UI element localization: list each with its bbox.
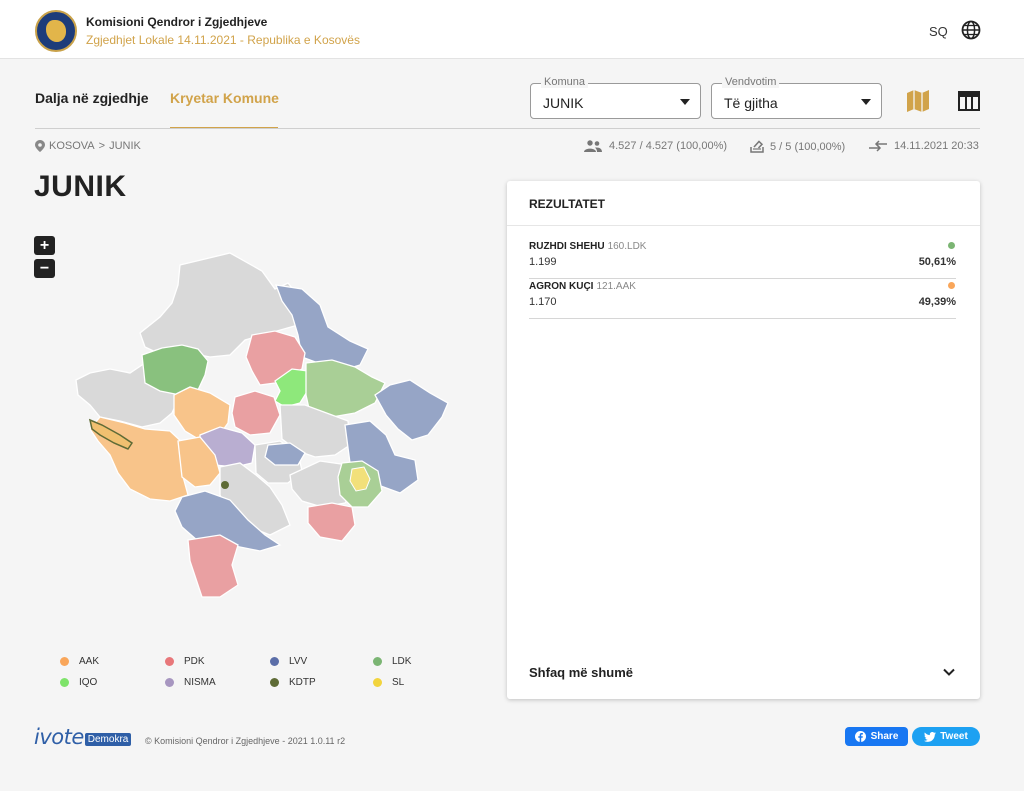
updated-value: 14.11.2021 20:33 <box>894 140 979 152</box>
kqz-logo[interactable] <box>35 10 77 52</box>
legend-item-lvv[interactable]: LVV <box>270 656 307 667</box>
candidate-name: RUZHDI SHEHU 160.LDK <box>529 241 646 252</box>
share-label: Share <box>870 731 899 742</box>
results-title: REZULTATET <box>529 197 605 211</box>
stations-value: 5 / 5 (100,00%) <box>770 140 846 153</box>
komuna-select[interactable]: Komuna JUNIK <box>530 76 701 119</box>
legend-dot <box>270 657 279 666</box>
tab-mayor[interactable]: Kryetar Komune <box>170 90 279 106</box>
top-bar: Komisioni Qendror i Zgjedhjeve Zgjedhjet… <box>0 0 1024 59</box>
candidate-percent: 49,39% <box>918 296 956 308</box>
ivote-logo[interactable]: ivote Demokra <box>34 725 132 749</box>
zoom-in-button[interactable]: + <box>34 236 55 255</box>
chevron-down-icon[interactable] <box>942 665 956 679</box>
legend-label: AAK <box>79 656 100 667</box>
candidate-name-text: AGRON KUÇI <box>529 281 594 292</box>
legend-label: NISMA <box>184 677 216 688</box>
legend-item-sl[interactable]: SL <box>373 677 404 688</box>
people-icon <box>584 140 602 152</box>
legend-label: LDK <box>392 656 412 667</box>
globe-icon[interactable] <box>961 20 981 40</box>
map-view-icon[interactable] <box>905 88 931 114</box>
legend-item-nisma[interactable]: NISMA <box>165 677 216 688</box>
legend-item-aak[interactable]: AAK <box>60 656 99 667</box>
facebook-icon <box>854 731 866 742</box>
candidate-votes: 1.199 <box>529 256 557 268</box>
caret-down-icon <box>680 99 690 105</box>
brand-tag: Demokra <box>84 733 132 746</box>
map-region-pdk[interactable] <box>231 390 281 436</box>
legend-dot <box>373 678 382 687</box>
legend-label: LVV <box>289 656 308 667</box>
breadcrumb-separator: > <box>98 140 106 152</box>
brand-main: ivote <box>34 725 84 749</box>
legend-item-ldk[interactable]: LDK <box>373 656 411 667</box>
legend-dot <box>60 678 69 687</box>
map-region-pdk[interactable] <box>307 502 356 542</box>
party-color-dot <box>948 242 955 249</box>
voters-stat: 4.527 / 4.527 (100,00%) <box>583 140 727 152</box>
twitter-bird-icon <box>924 731 937 742</box>
tabs-divider <box>35 128 980 129</box>
legend-label: IQO <box>79 677 98 688</box>
vendvotim-select-value: Të gjitha <box>724 95 778 111</box>
ballot-box-icon <box>750 140 764 153</box>
legend-dot <box>60 657 69 666</box>
language-switch[interactable]: SQ <box>929 24 948 39</box>
legend-item-iqo[interactable]: IQO <box>60 677 97 688</box>
legend-item-pdk[interactable]: PDK <box>165 656 205 667</box>
twitter-tweet-button[interactable]: Tweet <box>912 727 980 746</box>
voters-value: 4.527 / 4.527 (100,00%) <box>609 140 728 152</box>
legend-dot <box>270 678 279 687</box>
facebook-share-button[interactable]: Share <box>845 727 908 746</box>
results-card: REZULTATET RUZHDI SHEHU 160.LDK 1.199 50,… <box>507 181 980 699</box>
candidate-votes: 1.170 <box>529 296 557 308</box>
legend-label: SL <box>392 677 405 688</box>
org-title: Komisioni Qendror i Zgjedhjeve <box>86 15 268 29</box>
caret-down-icon <box>861 99 871 105</box>
show-more-button[interactable]: Shfaq më shumë <box>529 665 633 680</box>
legend-item-kdtp[interactable]: KDTP <box>270 677 316 688</box>
map-region-pdk[interactable] <box>187 534 239 598</box>
candidate-row[interactable]: RUZHDI SHEHU 160.LDK 1.199 50,61% <box>529 241 956 279</box>
breadcrumb-root[interactable]: KOSOVA <box>49 140 95 152</box>
tweet-label: Tweet <box>940 731 968 742</box>
candidate-party: 160.LDK <box>607 241 647 252</box>
komuna-select-value: JUNIK <box>543 95 584 111</box>
map-region-lvv[interactable] <box>374 379 449 441</box>
page-title: JUNIK <box>34 170 127 203</box>
legend-dot <box>373 657 382 666</box>
vendvotim-select-label: Vendvotim <box>722 76 780 88</box>
legend-label: PDK <box>184 656 205 667</box>
org-subtitle: Zgjedhjet Lokale 14.11.2021 - Republika … <box>86 33 360 47</box>
stations-stat: 5 / 5 (100,00%) <box>750 140 845 153</box>
breadcrumb: KOSOVA > JUNIK <box>35 140 141 152</box>
candidate-percent: 50,61% <box>918 256 956 268</box>
candidate-row[interactable]: AGRON KUÇI 121.AAK 1.170 49,39% <box>529 281 956 319</box>
candidate-party: 121.AAK <box>596 281 636 292</box>
komuna-select-label: Komuna <box>541 76 588 88</box>
updated-stat: 14.11.2021 20:33 <box>868 140 979 152</box>
sync-arrows-icon <box>869 140 887 152</box>
vendvotim-select[interactable]: Vendvotim Të gjitha <box>711 76 882 119</box>
legend-dot <box>165 678 174 687</box>
kosovo-map[interactable] <box>70 245 455 605</box>
party-color-dot <box>948 282 955 289</box>
copyright-text: © Komisioni Qendror i Zgjedhjeve - 2021 … <box>145 736 346 746</box>
candidate-name: AGRON KUÇI 121.AAK <box>529 281 636 292</box>
card-divider <box>507 225 980 226</box>
breadcrumb-current: JUNIK <box>109 140 141 152</box>
table-view-icon[interactable] <box>957 89 981 113</box>
tab-turnout[interactable]: Dalja në zgjedhje <box>35 90 149 106</box>
location-pin-icon <box>35 140 45 152</box>
map-region-kdtp[interactable] <box>221 481 229 489</box>
legend-label: KDTP <box>289 677 316 688</box>
map-region-ldk[interactable] <box>305 359 386 418</box>
zoom-out-button[interactable]: − <box>34 259 55 278</box>
candidate-name-text: RUZHDI SHEHU <box>529 241 605 252</box>
legend-dot <box>165 657 174 666</box>
